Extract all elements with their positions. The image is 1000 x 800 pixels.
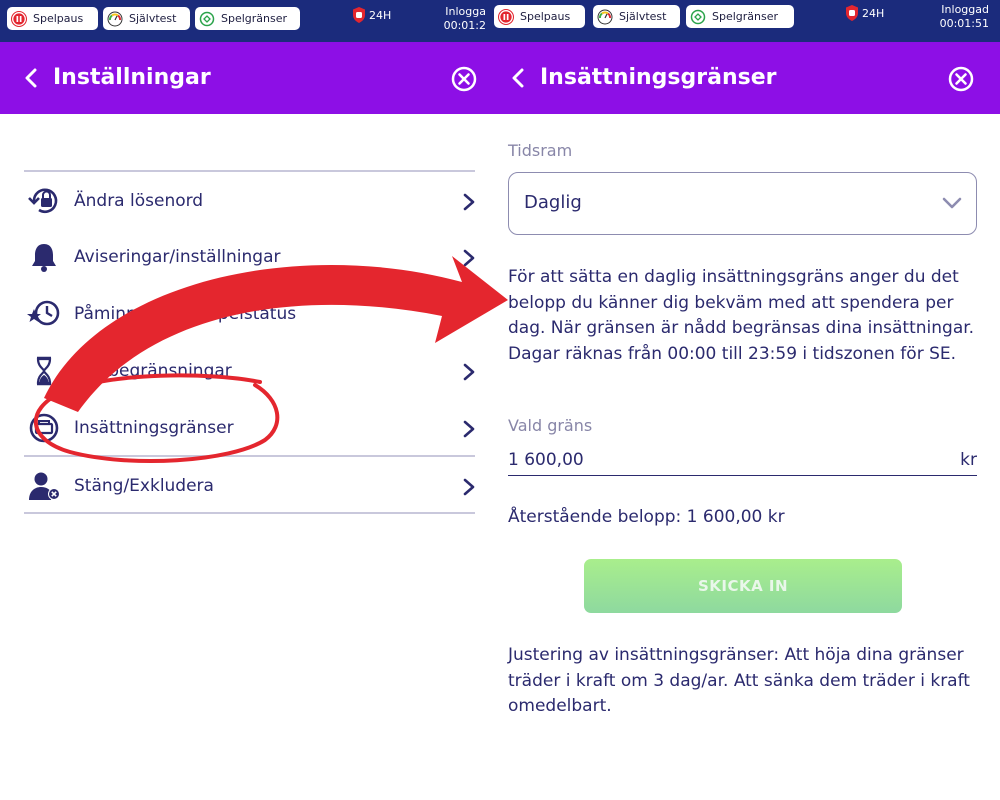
currency-unit: kr <box>960 450 977 470</box>
limit-icon <box>199 11 215 27</box>
close-button[interactable] <box>451 66 477 92</box>
spelpaus-button[interactable]: Spelpaus <box>7 7 98 30</box>
spelgranser-button[interactable]: Spelgränser <box>195 7 300 30</box>
chevron-left-icon <box>512 68 524 88</box>
back-button[interactable] <box>509 66 527 90</box>
gauge-icon <box>107 11 123 27</box>
menu-item-label: Tidsbegränsningar <box>74 361 232 381</box>
submit-button[interactable]: SKICKA IN <box>584 559 902 613</box>
responsible-gaming-bar: Spelpaus Självtest Spelgränser 24H Inlog… <box>0 0 487 42</box>
limit-description: För att sätta en daglig insättningsgräns… <box>508 267 975 364</box>
page-title: Insättningsgränser <box>540 65 777 90</box>
bell-icon <box>32 244 56 272</box>
chevron-right-icon <box>463 249 475 267</box>
divider <box>24 455 475 457</box>
chevron-left-icon <box>25 68 37 88</box>
deposit-icon <box>29 413 59 443</box>
sjalvtest-label: Självtest <box>129 12 177 25</box>
limit-amount-value: 1 600,00 <box>508 450 584 470</box>
chevron-right-icon <box>463 363 475 381</box>
responsible-gaming-bar: Spelpaus Självtest Spelgränser 24H Inlog… <box>487 0 1000 42</box>
close-circle-icon <box>948 66 974 92</box>
stop-hand-icon <box>353 7 365 23</box>
spelgranser-label: Spelgränser <box>712 10 779 23</box>
spelpaus-label: Spelpaus <box>33 12 84 25</box>
deposit-limits-panel: Spelpaus Självtest Spelgränser 24H Inlog… <box>487 0 1000 800</box>
gauge-icon <box>597 9 613 25</box>
limit-label: Vald gräns <box>508 416 593 435</box>
reality-check-indicator[interactable]: 24H <box>845 5 884 21</box>
menu-item-label: Stäng/Exkludera <box>74 476 214 496</box>
divider <box>24 170 475 172</box>
sjalvtest-label: Självtest <box>619 10 667 23</box>
close-button[interactable] <box>948 66 974 92</box>
spelgranser-label: Spelgränser <box>221 12 288 25</box>
limit-amount-field[interactable]: 1 600,00 kr <box>508 450 977 476</box>
menu-item-deposit-limits[interactable]: Insättningsgränser <box>24 400 475 454</box>
timeframe-label: Tidsram <box>508 141 573 160</box>
limit-icon <box>690 9 706 25</box>
spelpaus-button[interactable]: Spelpaus <box>494 5 585 28</box>
session-label: Inlogga <box>445 5 486 18</box>
session-timer: Inloggad 00:01:51 <box>917 3 989 31</box>
menu-item-label: Aviseringar/inställningar <box>74 247 281 267</box>
session-time: 00:01:2 <box>443 19 486 32</box>
chevron-right-icon <box>463 306 475 324</box>
hourglass-icon <box>36 356 52 386</box>
session-time: 00:01:51 <box>939 17 989 30</box>
divider <box>24 512 475 514</box>
stop-hand-icon <box>846 5 858 21</box>
clock-reminder-icon <box>27 300 60 326</box>
menu-item-label: Påminnelse om spelstatus <box>74 304 297 324</box>
sjalvtest-button[interactable]: Självtest <box>103 7 190 30</box>
pause-icon <box>498 8 514 25</box>
menu-item-close-exclude[interactable]: Stäng/Exkludera <box>24 458 475 512</box>
menu-item-label: Ändra lösenord <box>74 191 204 211</box>
settings-panel: Spelpaus Självtest Spelgränser 24H Inlog… <box>0 0 487 800</box>
adjustment-note: Justering av insättningsgränser: Att höj… <box>508 645 970 716</box>
chevron-right-icon <box>463 193 475 211</box>
remaining-amount: Återstående belopp: 1 600,00 kr <box>508 507 785 527</box>
sjalvtest-button[interactable]: Självtest <box>593 5 680 28</box>
reality-check-label: 24H <box>862 6 885 20</box>
password-reset-icon <box>28 188 58 214</box>
menu-item-notifications[interactable]: Aviseringar/inställningar <box>24 229 475 283</box>
menu-item-time-limits[interactable]: Tidsbegränsningar <box>24 343 475 397</box>
chevron-right-icon <box>463 478 475 496</box>
menu-item-status-reminder[interactable]: Påminnelse om spelstatus <box>24 286 475 340</box>
close-circle-icon <box>451 66 477 92</box>
session-timer: Inlogga 00:01:2 <box>430 5 486 33</box>
spelpaus-label: Spelpaus <box>520 10 571 23</box>
reality-check-indicator[interactable]: 24H <box>352 7 391 23</box>
menu-item-label: Insättningsgränser <box>74 418 234 438</box>
deposit-limits-header: Insättningsgränser <box>487 42 1000 114</box>
user-exclude-icon <box>29 472 60 500</box>
reality-check-label: 24H <box>369 8 392 22</box>
timeframe-select[interactable]: Daglig <box>508 172 977 235</box>
settings-header: Inställningar <box>0 42 487 114</box>
spelgranser-button[interactable]: Spelgränser <box>686 5 794 28</box>
menu-item-password[interactable]: Ändra lösenord <box>24 173 475 227</box>
back-button[interactable] <box>22 66 40 90</box>
timeframe-value: Daglig <box>524 192 582 213</box>
pause-icon <box>11 10 27 27</box>
chevron-down-icon <box>942 197 962 209</box>
page-title: Inställningar <box>53 65 211 90</box>
chevron-right-icon <box>463 420 475 438</box>
session-label: Inloggad <box>941 3 989 16</box>
